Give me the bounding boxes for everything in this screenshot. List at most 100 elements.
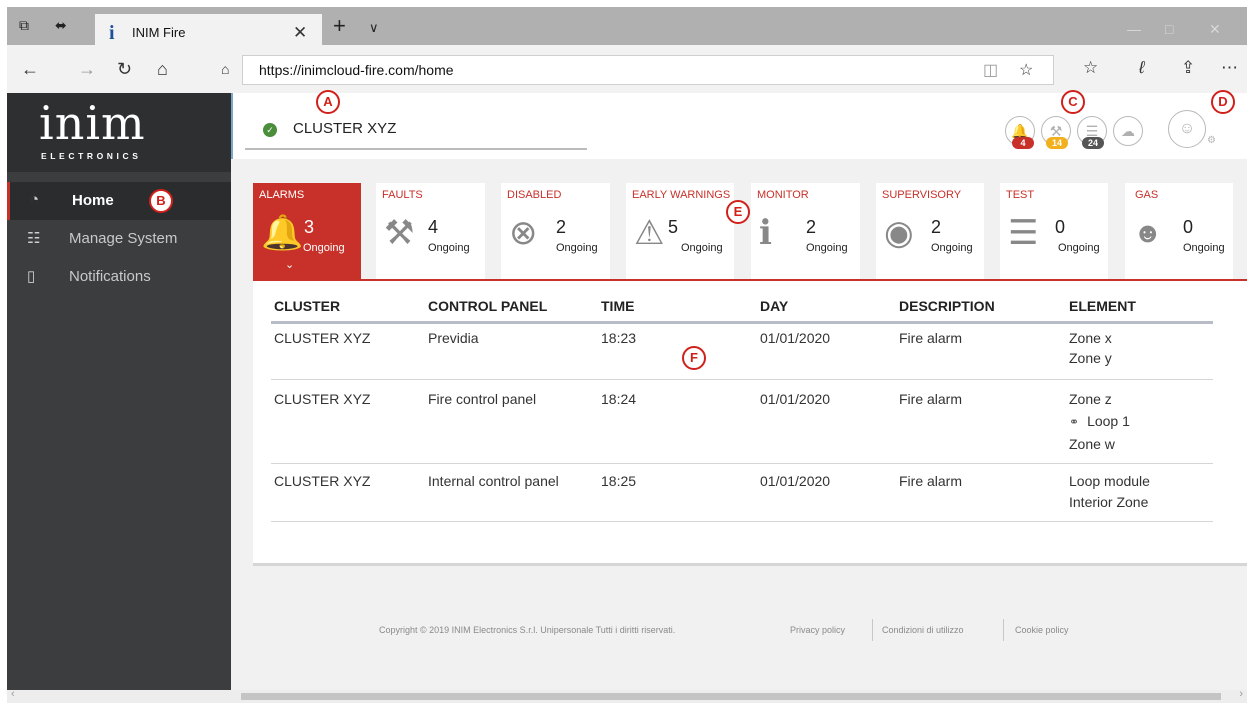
callout-marker-a: A (316, 90, 340, 114)
card-title: EARLY WARNINGS (632, 189, 731, 201)
cluster-name[interactable]: CLUSTER XYZ (293, 120, 396, 137)
card-faults[interactable]: FAULTS ⚒ 4 Ongoing (376, 183, 485, 279)
alarm-count-badge: 4 (1012, 137, 1034, 149)
sidebar-scrollbar[interactable]: ‹ (7, 688, 231, 703)
column-header-day[interactable]: DAY (760, 298, 788, 314)
card-title: MONITOR (757, 189, 809, 201)
card-title: SUPERVISORY (882, 189, 962, 201)
terms-link[interactable]: Condizioni di utilizzo (882, 625, 964, 635)
cell-description: Fire alarm (899, 473, 963, 489)
card-title: TEST (1006, 189, 1035, 201)
cell-day: 01/01/2020 (760, 391, 831, 407)
cell-day: 01/01/2020 (760, 330, 831, 346)
cell-element: Zone z (1069, 391, 1112, 407)
card-supervisory[interactable]: SUPERVISORY ◉ 2 Ongoing (876, 183, 984, 279)
sidebar: inim ELECTRONICS ◔ Home ☷ Manage System … (7, 93, 234, 690)
cell-day: 01/01/2020 (760, 473, 831, 489)
callout-marker-c: C (1061, 90, 1085, 114)
column-header-control-panel[interactable]: CONTROL PANEL (428, 298, 547, 314)
minimize-icon[interactable]: — (1127, 21, 1141, 37)
check-icon: ✓ (263, 123, 277, 137)
dashboard-icon: ◔ (30, 191, 40, 208)
card-early-warnings[interactable]: EARLY WARNINGS ⚠ 5 Ongoing (626, 183, 734, 279)
logo-subtitle: ELECTRONICS (41, 151, 142, 161)
cloud-icon[interactable]: ☁ (1113, 116, 1143, 146)
column-header-element[interactable]: ELEMENT (1069, 298, 1136, 314)
forward-arrow-icon[interactable]: → (78, 59, 96, 80)
scrollbar-thumb[interactable] (241, 693, 1221, 700)
card-gas[interactable]: GAS ☻ 0 Ongoing (1125, 183, 1233, 279)
window-close-icon[interactable]: ✕ (1209, 21, 1221, 38)
column-header-time[interactable]: TIME (601, 298, 634, 314)
url-field[interactable]: https://inimcloud-fire.com/home ◫ ☆ (242, 55, 1054, 85)
scroll-left-icon[interactable]: ‹ (11, 688, 15, 700)
eye-icon: ◉ (884, 214, 914, 252)
callout-marker-b: B (149, 189, 173, 213)
maximize-icon[interactable]: □ (1165, 21, 1173, 37)
cell-time: 18:24 (601, 391, 637, 407)
favorites-list-icon[interactable]: ☆ (1083, 58, 1098, 78)
card-count: 2 (931, 217, 942, 237)
row-divider (271, 379, 1213, 380)
show-tabs-icon[interactable]: ⬌ (55, 17, 67, 34)
favorite-star-icon[interactable]: ☆ (1019, 60, 1033, 80)
cookie-policy-link[interactable]: Cookie policy (1015, 625, 1069, 635)
row-divider (271, 521, 1213, 522)
card-disabled[interactable]: DISABLED ⊗ 2 Ongoing (501, 183, 610, 279)
cell-cluster: CLUSTER XYZ (274, 330, 371, 346)
card-status: Ongoing (428, 242, 470, 254)
cell-control-panel: Internal control panel (428, 473, 559, 489)
card-count: 0 (1183, 217, 1194, 237)
gas-mask-icon: ☻ (1133, 217, 1163, 248)
horizontal-scrollbar[interactable]: › (231, 688, 1247, 703)
scroll-right-icon[interactable]: › (1239, 688, 1243, 700)
home-icon[interactable]: ⌂ (157, 59, 168, 80)
back-arrow-icon[interactable]: ← (21, 59, 39, 80)
card-count: 3 (304, 217, 315, 237)
settings-gear-icon[interactable]: ⚙ (1207, 135, 1216, 146)
card-count: 2 (556, 217, 567, 237)
cell-element: Loop 1 (1087, 413, 1130, 429)
bell-icon: 🔔 (261, 214, 304, 252)
reading-view-icon[interactable]: ◫ (983, 60, 998, 80)
cell-element: Zone w (1069, 436, 1115, 452)
event-count-badge: 24 (1082, 137, 1104, 149)
user-avatar-icon[interactable]: ☺ (1168, 110, 1206, 148)
card-test[interactable]: TEST ☰ 0 Ongoing (1000, 183, 1108, 279)
sidebar-item-label: Home (72, 192, 114, 209)
chevron-down-icon[interactable]: ⌄ (285, 258, 294, 271)
sidebar-item-notifications[interactable]: ▯ Notifications (7, 258, 231, 296)
cell-cluster: CLUSTER XYZ (274, 473, 371, 489)
cell-time: 18:23 (601, 330, 637, 346)
refresh-icon[interactable]: ↻ (117, 59, 132, 80)
pen-icon[interactable]: ℓ (1139, 58, 1145, 78)
card-monitor[interactable]: MONITOR ℹ 2 Ongoing (751, 183, 860, 279)
info-icon: ℹ (759, 214, 772, 252)
new-tab-icon[interactable]: + (333, 15, 346, 37)
events-table: CLUSTER CONTROL PANEL TIME DAY DESCRIPTI… (253, 279, 1247, 566)
column-header-cluster[interactable]: CLUSTER (274, 298, 340, 314)
share-icon[interactable]: ⇪ (1181, 58, 1195, 78)
card-count: 5 (668, 217, 679, 237)
logo[interactable]: inim ELECTRONICS (7, 93, 231, 172)
close-tab-icon[interactable]: ✕ (293, 23, 307, 43)
fault-count-badge: 14 (1046, 137, 1068, 149)
card-alarms[interactable]: ALARMS 🔔 3 Ongoing ⌄ (253, 183, 361, 279)
column-header-description[interactable]: DESCRIPTION (899, 298, 995, 314)
tab-set-aside-icon[interactable]: ⧉ (19, 17, 29, 34)
wrench-icon: ⚒ (384, 214, 415, 252)
row-divider (271, 463, 1213, 464)
network-icon: ☷ (27, 230, 41, 247)
card-status: Ongoing (931, 242, 973, 254)
more-options-icon[interactable]: ⋯ (1221, 58, 1238, 78)
card-count: 0 (1055, 217, 1066, 237)
sidebar-item-manage-system[interactable]: ☷ Manage System (7, 220, 231, 258)
cluster-underline (245, 148, 587, 150)
tab-list-chevron-icon[interactable]: ∨ (369, 20, 379, 36)
cell-element: Loop module (1069, 473, 1150, 489)
header-accent (231, 93, 233, 159)
link-icon: ⚭ (1069, 415, 1080, 429)
cell-control-panel: Fire control panel (428, 391, 537, 407)
privacy-policy-link[interactable]: Privacy policy (790, 625, 845, 635)
sidebar-item-home[interactable]: ◔ Home (7, 182, 234, 220)
